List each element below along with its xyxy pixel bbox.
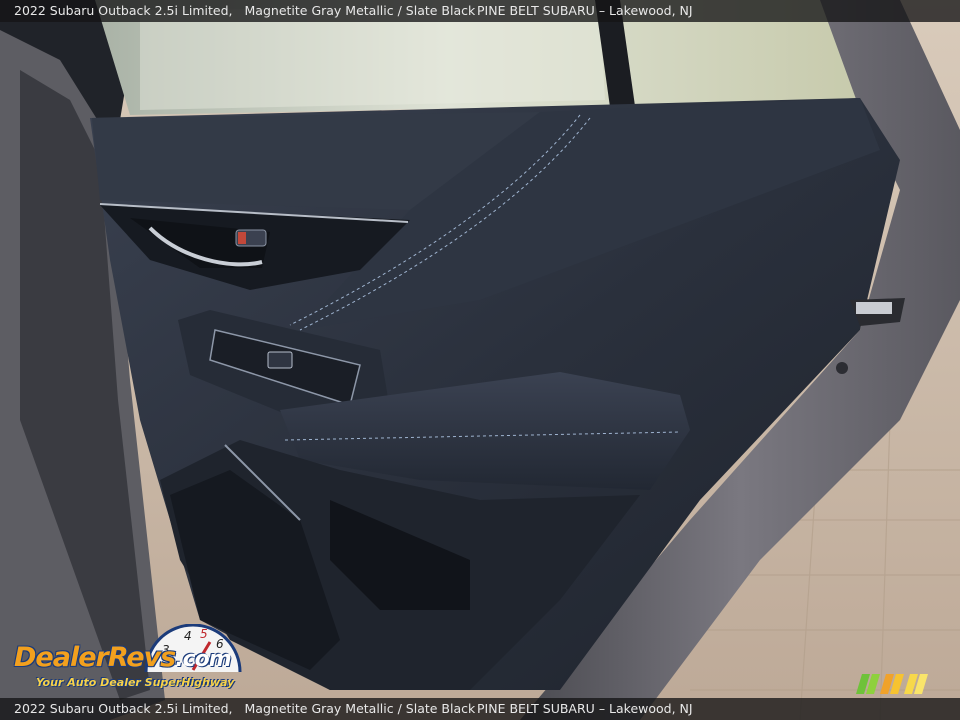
caption-dealer-info-bottom: PINE BELT SUBARU – Lakewood, NJ bbox=[477, 698, 693, 720]
logo-word-dotcom: .com bbox=[175, 647, 231, 672]
door-interior-photo bbox=[0, 0, 960, 720]
caption-colors: Magnetite Gray Metallic / Slate Black bbox=[244, 3, 476, 18]
caption-location: Lakewood, NJ bbox=[609, 701, 693, 716]
caption-dealer: PINE BELT SUBARU bbox=[477, 3, 595, 18]
caption-vehicle-info: 2022 Subaru Outback 2.5i Limited, Magnet… bbox=[14, 0, 475, 22]
caption-vehicle: 2022 Subaru Outback 2.5i Limited, bbox=[14, 701, 233, 716]
caption-separator: – bbox=[598, 701, 606, 716]
caption-location: Lakewood, NJ bbox=[609, 3, 693, 18]
caption-dealer: PINE BELT SUBARU bbox=[477, 701, 595, 716]
caption-separator: – bbox=[598, 3, 606, 18]
caption-vehicle: 2022 Subaru Outback 2.5i Limited, bbox=[14, 3, 233, 18]
caption-colors: Magnetite Gray Metallic / Slate Black bbox=[244, 701, 476, 716]
logo-word-dealer: Dealer bbox=[14, 642, 109, 673]
logo-wordmark: DealerRevs.com bbox=[14, 642, 232, 673]
gauge-digit: 4 bbox=[184, 629, 192, 643]
logo-word-revs: Revs bbox=[107, 642, 176, 673]
bottom-caption-bar: 2022 Subaru Outback 2.5i Limited, Magnet… bbox=[0, 698, 960, 720]
caption-vehicle-info-bottom: 2022 Subaru Outback 2.5i Limited, Magnet… bbox=[14, 698, 475, 720]
mmm-logo bbox=[856, 674, 928, 694]
dealerrevs-logo: 3 4 5 6 DealerRevs.com Your Auto Dealer … bbox=[12, 624, 272, 694]
logo-tagline: Your Auto Dealer SuperHighway bbox=[36, 676, 235, 689]
caption-dealer-info: PINE BELT SUBARU – Lakewood, NJ bbox=[477, 0, 693, 22]
gauge-digit: 5 bbox=[200, 627, 208, 641]
top-caption-bar: 2022 Subaru Outback 2.5i Limited, Magnet… bbox=[0, 0, 960, 22]
photo-stage: 2022 Subaru Outback 2.5i Limited, Magnet… bbox=[0, 0, 960, 720]
